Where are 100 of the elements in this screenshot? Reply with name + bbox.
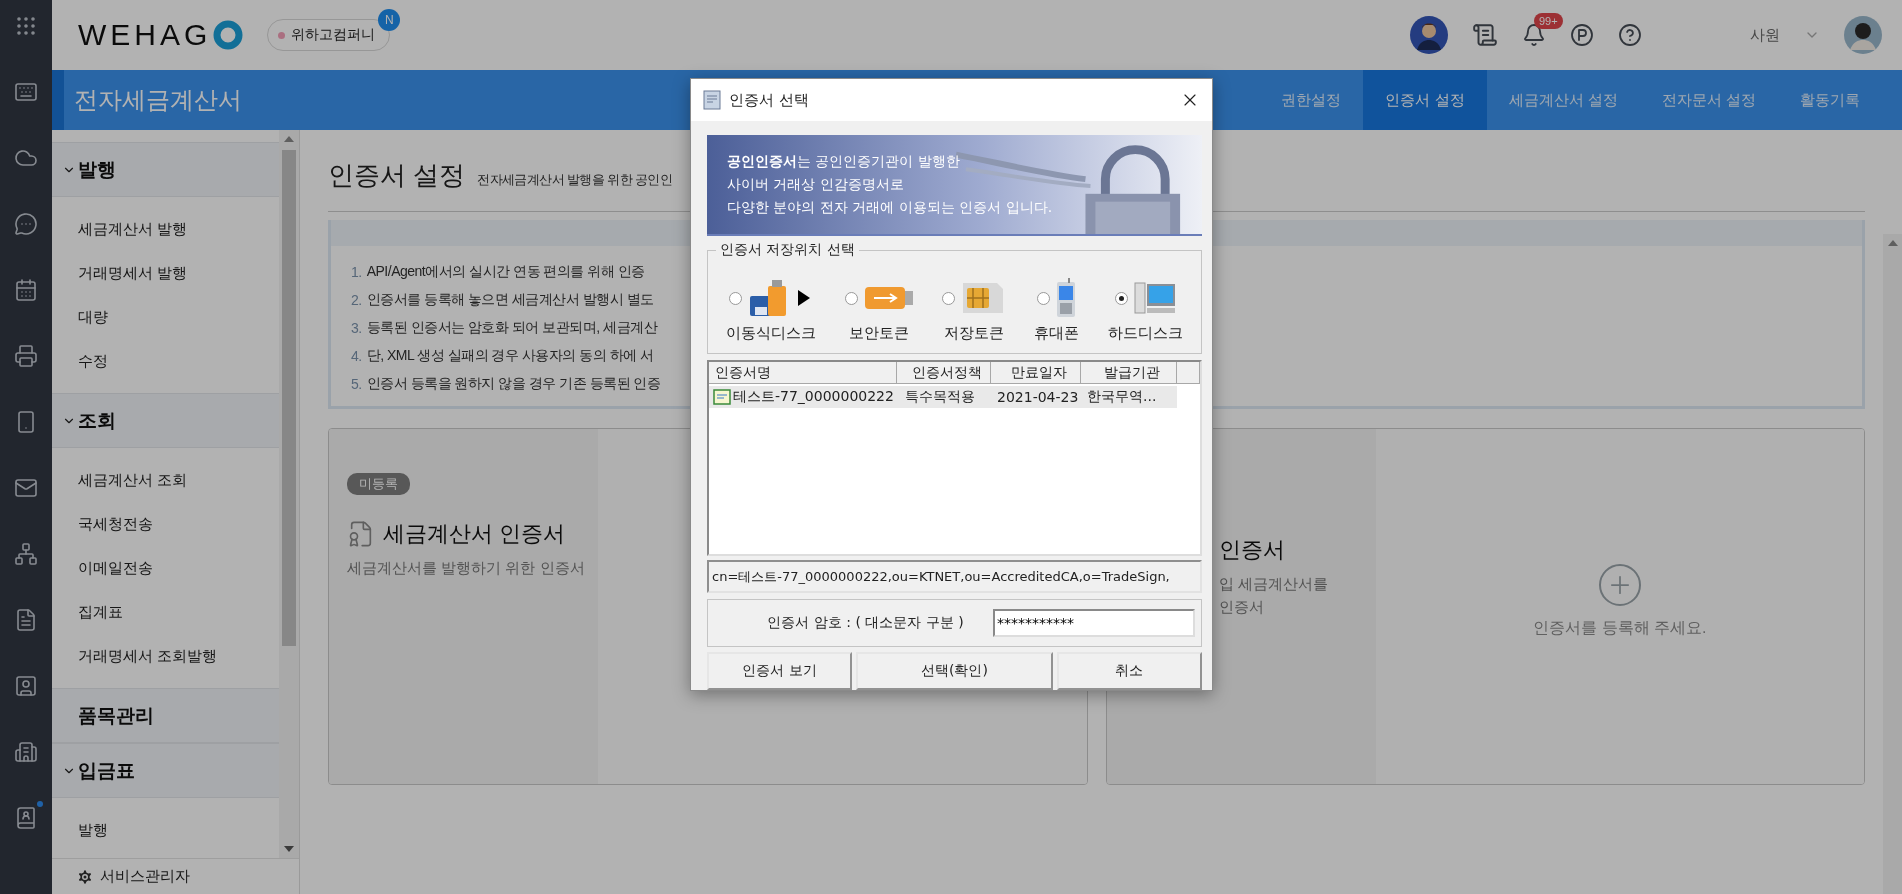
password-label: 인증서 암호 : ( 대소문자 구분 ) [766,614,965,632]
radio-button[interactable] [942,291,956,305]
user-role[interactable]: 사원 [1750,25,1780,45]
scroll-thumb[interactable] [282,150,296,646]
count-badge: 99+ [1534,13,1563,29]
org-chart-icon[interactable] [13,541,39,567]
footer-link[interactable]: 서비스관리자 [100,867,190,886]
password-field[interactable]: *********** [993,609,1195,637]
item-number: 1. [351,264,362,280]
radio-button[interactable] [1114,291,1128,305]
section-title: 발행 [78,157,116,182]
table-cell: 테스트-77_0000000222 [733,388,894,406]
calendar-icon[interactable] [13,277,39,303]
logo-text[interactable]: WEHAG [78,18,212,52]
printer-icon[interactable] [13,343,39,369]
section-header[interactable]: 품목관리 [52,688,279,743]
contact-card-icon[interactable] [13,673,39,699]
sidebar-item[interactable]: 대량 [52,295,279,339]
table-row[interactable]: 테스트-77_0000000222 특수목적용 2021-04-23 한국무역... [709,386,1177,408]
scrollbar[interactable] [1883,234,1902,894]
bar-accent [52,70,64,130]
scrollbar[interactable] [279,130,299,858]
bell-icon[interactable] [1522,23,1546,47]
gear-icon[interactable] [76,867,94,886]
mobile-phone-icon [1056,278,1077,318]
column-header[interactable]: 인증서정책 [897,362,991,384]
status-dot [278,31,286,39]
section-header[interactable]: 조회 [52,393,279,448]
desktop-computer-icon [1133,281,1176,315]
card-description: 인증서 [1218,598,1264,617]
sidebar-item[interactable]: 수정 [52,339,279,383]
section-header[interactable]: 입금표 [52,743,279,798]
sidebar-item[interactable]: 세금계산서 조회 [52,458,279,502]
item-number: 4. [351,348,362,364]
sidebar-item[interactable]: 이메일전송 [52,546,279,590]
certificate-icon [713,389,731,405]
column-header[interactable]: 인증서명 [709,362,897,384]
option-label[interactable]: 저장토큰 [944,324,1004,343]
column-header [1177,362,1200,384]
dialog-button[interactable]: 취소 [1056,652,1202,690]
banner-text: 공인인증서는 공인인증기관이 발행한 사이버 거래상 인감증명서로 다양한 분야의 전자 거래에 이용되는 인증서 입니다. [727,152,1053,217]
tab[interactable]: 인증서 설정 [1363,70,1487,130]
memo-icon[interactable] [1472,22,1498,48]
company-name: 위하고컴퍼니 [291,26,376,44]
logo-ring-icon [213,20,244,50]
group-legend: 인증서 저장위치 선택 [716,241,859,259]
section-header[interactable]: 발행 [52,142,279,197]
chat-icon[interactable] [13,211,39,237]
status-badge: 미등록 [347,473,410,495]
page-subtitle: 전자세금계산서 발행을 위한 공인인 [477,171,673,189]
avatar-figure[interactable] [1410,16,1448,54]
card-title: 인증서 [1218,536,1285,564]
notice-text: 단, XML 생성 실패의 경우 사용자의 동의 하에 서 [366,347,654,365]
notice-text: API/Agent에서의 실시간 연동 편의를 위해 인증 [366,263,645,281]
item-number: 5. [351,376,362,392]
section-title: 품목관리 [77,703,154,728]
notice-text: 인증서 등록을 원하지 않을 경우 기존 등록된 인증 [366,375,661,393]
dialog-button[interactable]: 선택(확인) [856,652,1053,690]
table-cell-text: 한국무역... [1086,388,1158,406]
user-avatar[interactable] [1844,16,1882,54]
sidebar-item[interactable]: 집계표 [52,590,279,634]
sidebar-item[interactable]: 거래명세서 발행 [52,251,279,295]
page-title: 인증서 설정 [328,159,466,192]
option-label[interactable]: 하드디스크 [1107,324,1183,343]
item-number: 2. [351,292,362,308]
card-description: 입 세금계산서를 [1218,575,1328,594]
notice-text: 등록된 인증서는 암호화 되어 보관되며, 세금계산 [366,319,658,337]
option-label[interactable]: 이동식디스크 [726,324,817,343]
scroll-up-icon[interactable] [284,136,294,142]
building-icon[interactable] [13,739,39,765]
app-title: 전자세금계산서 [73,85,242,115]
card-title: 세금계산서 인증서 [383,520,566,548]
card-description: 세금계산서를 발행하기 위한 인증서 [347,559,585,578]
scroll-up-icon[interactable] [1887,240,1898,246]
section-title: 입금표 [78,758,135,783]
radio-button[interactable] [844,291,858,305]
dialog-button[interactable]: 인증서 보기 [707,652,853,690]
add-button[interactable] [1598,564,1641,606]
new-badge: N [378,9,401,31]
sidebar-item[interactable]: 발행 [52,808,279,852]
table-cell-text: 2021-04-23 [996,389,1080,405]
sidebar-item[interactable]: 세금계산서 발행 [52,207,279,251]
option-label[interactable]: 보안토큰 [849,324,910,343]
table-cell-text: 특수목적용 [904,388,976,406]
subject-field: cn=테스트-77_0000000222,ou=KTNET,ou=AccreditedCA,o=TradeSign, [707,560,1202,593]
usb-token-icon [863,285,914,311]
notice-text: 인증서를 등록해 놓으면 세금계산서 발행시 별도 [366,291,654,309]
radio-button[interactable] [1037,291,1051,305]
column-header[interactable]: 만료일자 [991,362,1081,384]
sidebar-item[interactable]: 국세청전송 [52,502,279,546]
section-title: 조회 [78,408,116,433]
item-number: 3. [351,320,362,336]
radio-button[interactable] [728,291,742,305]
sidebar-item[interactable]: 거래명세서 조회발행 [52,634,279,678]
point-icon[interactable] [1570,23,1594,47]
dialog-title: 인증서 선택 [729,90,810,110]
scroll-down-icon[interactable] [284,846,294,852]
option-label[interactable]: 휴대폰 [1034,324,1080,343]
column-header[interactable]: 발급기관 [1081,362,1177,384]
help-icon[interactable] [1618,23,1642,47]
